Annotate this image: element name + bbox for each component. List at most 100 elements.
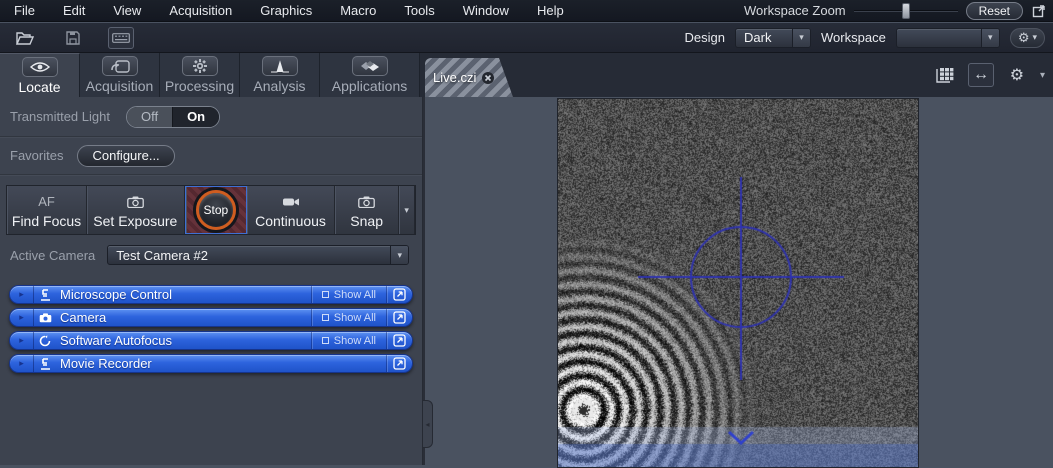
undock-panel-icon[interactable] xyxy=(386,309,412,326)
close-icon[interactable] xyxy=(481,71,495,85)
document-tab-live[interactable]: Live.czi xyxy=(425,58,513,97)
menu-help[interactable]: Help xyxy=(523,0,578,22)
save-button[interactable] xyxy=(60,27,86,49)
workspace-settings-button[interactable]: ⚙ ▾ xyxy=(1010,28,1045,48)
applications-icon xyxy=(352,56,388,76)
panel-movie-recorder[interactable]: ▸ Movie Recorder xyxy=(9,354,413,373)
menu-file[interactable]: File xyxy=(0,0,49,22)
checkbox-icon[interactable] xyxy=(322,314,329,321)
expander-icon[interactable]: ▸ xyxy=(10,332,34,349)
eye-icon xyxy=(22,57,58,77)
menu-acquisition[interactable]: Acquisition xyxy=(155,0,246,22)
workspace-select[interactable]: ▾ xyxy=(896,28,1000,48)
onscreen-keypad-button[interactable] xyxy=(108,27,134,49)
design-select[interactable]: Dark ▾ xyxy=(735,28,811,48)
active-camera-select[interactable]: Test Camera #2 ▾ xyxy=(107,245,409,265)
panel-software-autofocus[interactable]: ▸ Software Autofocus Show All xyxy=(9,331,413,350)
autofocus-icon xyxy=(34,335,56,347)
camera-icon xyxy=(127,193,144,211)
expander-icon[interactable]: ▸ xyxy=(10,355,34,372)
tab-acquisition[interactable]: Acquisition xyxy=(80,53,160,97)
menu-window[interactable]: Window xyxy=(449,0,523,22)
show-all-toggle[interactable]: Show All xyxy=(311,332,386,349)
tab-label: Applications xyxy=(332,78,408,94)
layout-grid-icon[interactable] xyxy=(932,63,958,87)
chevron-down-icon: ▾ xyxy=(792,29,810,47)
snap-button[interactable]: Snap xyxy=(335,186,399,234)
tab-label: Processing xyxy=(165,78,234,94)
show-all-toggle[interactable]: Show All xyxy=(311,286,386,303)
tab-label: Locate xyxy=(18,79,60,95)
tab-processing[interactable]: Processing xyxy=(160,53,240,97)
expander-icon[interactable]: ▸ xyxy=(10,309,34,326)
histogram-peak-icon xyxy=(262,56,298,76)
workspace-zoom-label: Workspace Zoom xyxy=(744,3,846,18)
stop-circle[interactable]: Stop xyxy=(196,190,236,230)
undock-panel-icon[interactable] xyxy=(386,355,412,372)
favorites-label: Favorites xyxy=(10,148,63,163)
menu-graphics[interactable]: Graphics xyxy=(246,0,326,22)
transmitted-light-label: Transmitted Light xyxy=(10,109,110,124)
checkbox-icon[interactable] xyxy=(322,337,329,344)
tab-applications[interactable]: Applications xyxy=(320,53,420,97)
menu-items: File Edit View Acquisition Graphics Macr… xyxy=(0,0,578,22)
menu-macro[interactable]: Macro xyxy=(326,0,390,22)
af-icon: AF xyxy=(38,193,55,211)
menu-edit[interactable]: Edit xyxy=(49,0,99,22)
gear-icon[interactable]: ⚙ xyxy=(1004,63,1030,87)
document-tab-title: Live.czi xyxy=(433,70,476,85)
fit-width-icon[interactable]: ↔ xyxy=(968,63,994,87)
slider-handle[interactable] xyxy=(902,3,910,19)
tool-panels: ▸ Microscope Control Show All ▸ Came xyxy=(0,285,422,373)
tab-label: Acquisition xyxy=(86,78,154,94)
collapse-left-icon: ◂ xyxy=(425,420,429,429)
tab-locate[interactable]: Locate xyxy=(0,53,80,97)
camera-icon xyxy=(34,313,56,323)
transmitted-light-toggle[interactable]: Off On xyxy=(126,106,220,128)
continuous-button[interactable]: Continuous xyxy=(247,186,335,234)
active-camera-label: Active Camera xyxy=(10,248,95,263)
menu-view[interactable]: View xyxy=(99,0,155,22)
toggle-on[interactable]: On xyxy=(173,107,219,127)
find-focus-button[interactable]: AF Find Focus xyxy=(7,186,87,234)
toggle-off[interactable]: Off xyxy=(127,107,173,127)
tab-label: Analysis xyxy=(253,78,305,94)
undock-panel-icon[interactable] xyxy=(386,286,412,303)
collapse-panel-handle[interactable]: ◂ xyxy=(423,400,433,448)
chevron-down-icon[interactable]: ▾ xyxy=(1040,70,1045,81)
menu-tools[interactable]: Tools xyxy=(390,0,448,22)
camera-icon xyxy=(358,193,375,211)
movie-icon xyxy=(34,358,56,370)
set-exposure-button[interactable]: Set Exposure xyxy=(87,186,185,234)
expander-icon[interactable]: ▸ xyxy=(10,286,34,303)
reset-button[interactable]: Reset xyxy=(966,2,1023,20)
menu-bar: File Edit View Acquisition Graphics Macr… xyxy=(0,0,1053,22)
panel-camera[interactable]: ▸ Camera Show All xyxy=(9,308,413,327)
design-value: Dark xyxy=(736,30,792,45)
more-actions-dropdown[interactable]: ▾ xyxy=(399,186,415,234)
gear-icon: ⚙ xyxy=(1018,31,1030,44)
toolbar: Design Dark ▾ Workspace ▾ ⚙ ▾ xyxy=(0,23,1053,53)
checkbox-icon[interactable] xyxy=(322,291,329,298)
active-camera-value: Test Camera #2 xyxy=(108,248,390,263)
open-file-button[interactable] xyxy=(12,27,38,49)
workspace-zoom-slider[interactable] xyxy=(854,3,958,19)
show-all-toggle[interactable]: Show All xyxy=(311,309,386,326)
chevron-down-icon: ▾ xyxy=(390,246,408,264)
undock-window-icon[interactable] xyxy=(1031,3,1047,19)
configure-favorites-button[interactable]: Configure... xyxy=(77,145,174,167)
microscope-icon xyxy=(34,289,56,301)
left-tool-panel: Transmitted Light Off On Favorites Confi… xyxy=(0,97,423,465)
undock-panel-icon[interactable] xyxy=(386,332,412,349)
stop-button[interactable]: Stop xyxy=(185,186,247,234)
tab-analysis[interactable]: Analysis xyxy=(240,53,320,97)
chevron-down-icon: ▾ xyxy=(981,29,999,47)
gear-icon xyxy=(182,56,218,76)
chevron-down-icon: ▾ xyxy=(1032,32,1037,43)
workspace-label: Workspace xyxy=(821,30,886,45)
main-tab-strip: Locate Acquisition Processing Analysis A… xyxy=(0,53,1053,97)
document-area xyxy=(425,97,1053,465)
panel-microscope-control[interactable]: ▸ Microscope Control Show All xyxy=(9,285,413,304)
design-label: Design xyxy=(685,30,725,45)
live-image[interactable] xyxy=(557,98,919,468)
